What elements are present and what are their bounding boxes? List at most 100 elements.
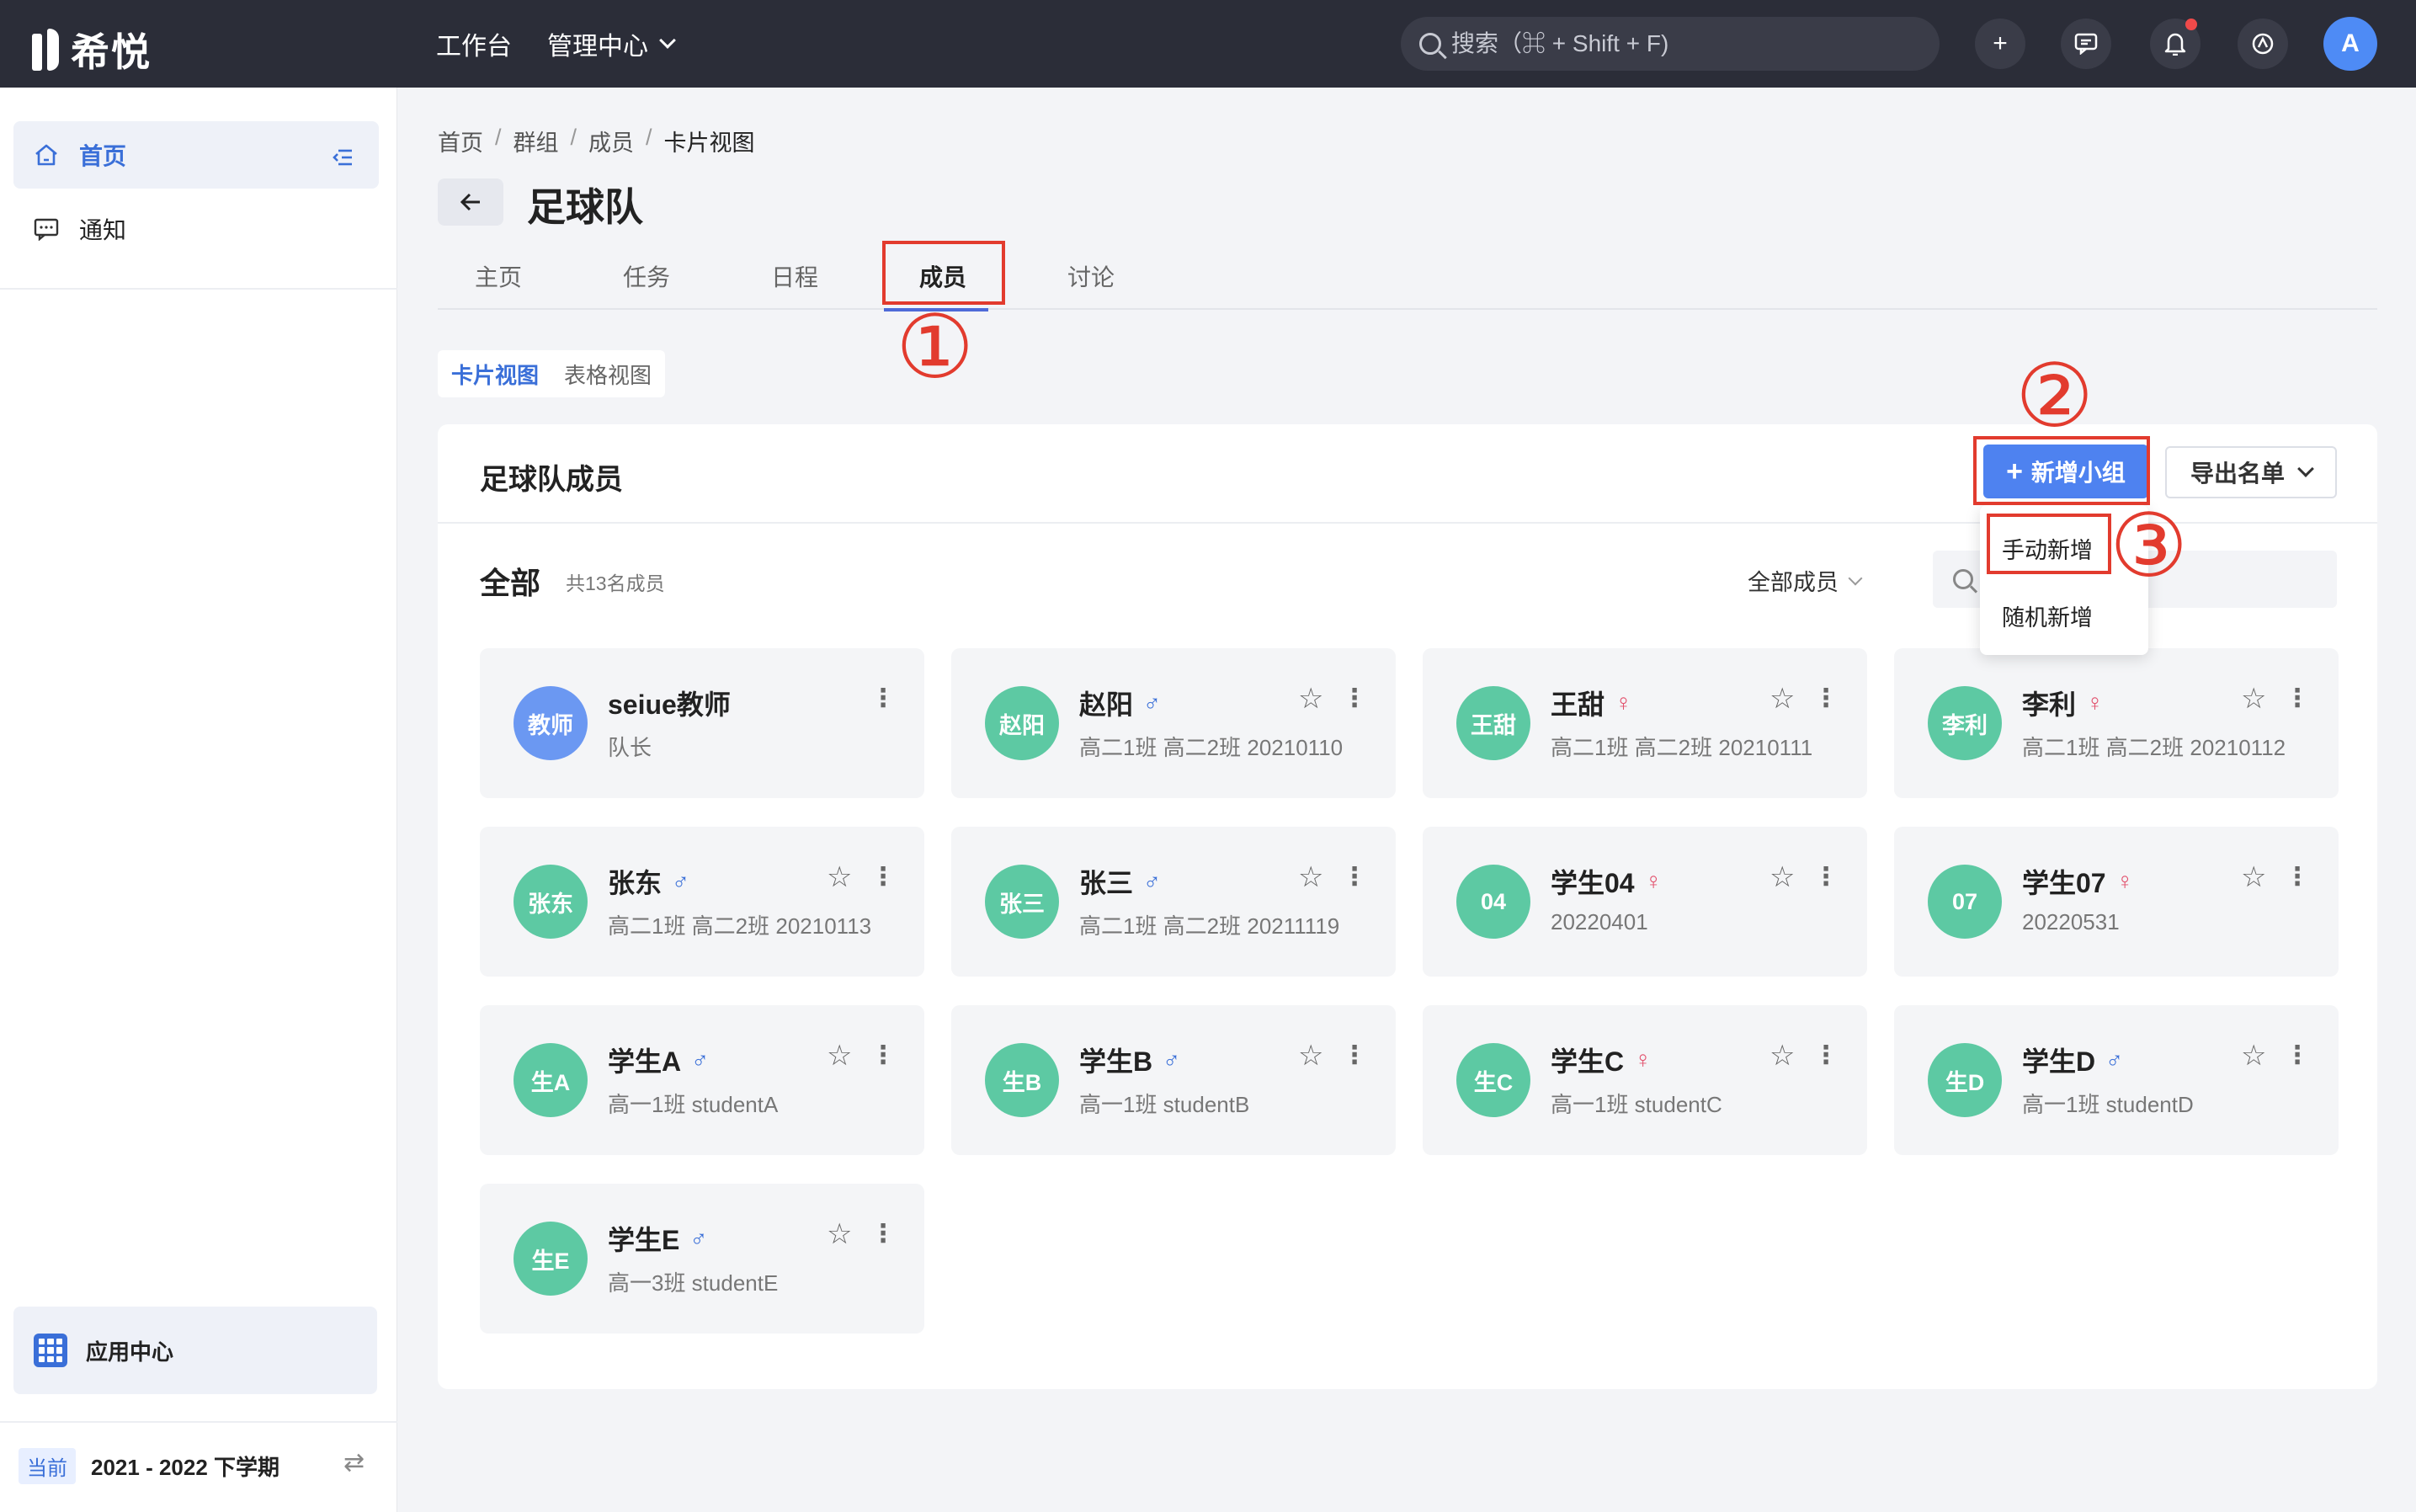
member-avatar: 生B [985, 1043, 1059, 1117]
more-options-icon[interactable]: ⋮ [870, 1219, 896, 1248]
term-selector[interactable]: 当前 2021 - 2022 下学期 [19, 1448, 279, 1484]
swap-term-icon[interactable]: ⇄ [343, 1448, 365, 1477]
more-options-icon[interactable]: ⋮ [2285, 684, 2310, 713]
sidebar-item-notice[interactable]: 通知 [13, 195, 379, 263]
more-options-icon[interactable]: ⋮ [870, 1041, 896, 1070]
app-center-button[interactable]: 应用中心 [13, 1307, 377, 1394]
collapse-sidebar-icon[interactable] [332, 146, 354, 173]
message-icon[interactable] [2061, 19, 2111, 69]
tab-discussion[interactable]: 讨论 [1067, 259, 1115, 293]
star-icon[interactable]: ☆ [1298, 860, 1323, 894]
member-detail: 高一3班 studentE [608, 1270, 779, 1296]
breadcrumb-separator: / [646, 125, 652, 150]
female-icon: ♀ [1634, 1046, 1652, 1073]
tab-home[interactable]: 主页 [475, 259, 522, 293]
nav-management-label: 管理中心 [547, 33, 648, 61]
more-options-icon[interactable]: ⋮ [870, 862, 896, 892]
star-icon[interactable]: ☆ [2241, 860, 2266, 894]
member-card[interactable]: 07 学生07 ♀ 20220531 ☆ ⋮ [1894, 827, 2339, 977]
bell-icon[interactable] [2150, 19, 2200, 69]
breadcrumb-members[interactable]: 成员 [588, 125, 634, 157]
member-card[interactable]: 生B 学生B ♂ 高一1班 studentB ☆ ⋮ [951, 1005, 1396, 1155]
breadcrumb-home[interactable]: 首页 [438, 125, 483, 157]
export-list-button[interactable]: 导出名单 [2165, 446, 2337, 498]
male-icon: ♂ [691, 1046, 710, 1073]
star-icon[interactable]: ☆ [1298, 682, 1323, 716]
member-name-row: 学生B ♂ [1079, 1041, 1180, 1079]
breadcrumb-separator: / [570, 125, 577, 150]
sidebar-item-label: 通知 [79, 217, 127, 243]
user-avatar[interactable]: A [2323, 17, 2377, 71]
more-options-icon[interactable]: ⋮ [2285, 862, 2310, 892]
tab-tasks[interactable]: 任务 [623, 259, 670, 293]
global-search[interactable] [1401, 17, 1940, 71]
member-card[interactable]: 生E 学生E ♂ 高一3班 studentE ☆ ⋮ [480, 1184, 924, 1334]
tab-schedule[interactable]: 日程 [771, 259, 818, 293]
star-icon[interactable]: ☆ [827, 860, 852, 894]
member-card[interactable]: 赵阳 赵阳 ♂ 高二1班 高二2班 20210110 ☆ ⋮ [951, 648, 1396, 798]
more-options-icon[interactable]: ⋮ [1813, 862, 1839, 892]
more-options-icon[interactable]: ⋮ [870, 684, 896, 713]
more-options-icon[interactable]: ⋮ [1342, 1041, 1367, 1070]
member-card[interactable]: 生C 学生C ♀ 高一1班 studentC ☆ ⋮ [1423, 1005, 1867, 1155]
member-detail: 高一1班 studentD [2022, 1092, 2194, 1117]
member-count: 共13名成员 [566, 572, 665, 594]
group-tabs: 主页 任务 日程 成员 讨论 [438, 237, 2377, 311]
member-name-row: 学生07 ♀ [2022, 862, 2134, 901]
star-icon[interactable]: ☆ [827, 1039, 852, 1073]
card-view-toggle[interactable]: 卡片视图 [451, 359, 539, 390]
member-detail: 高一1班 studentC [1551, 1092, 1722, 1117]
member-name: 学生A [608, 1046, 682, 1077]
member-name-row: 李利 ♀ [2022, 684, 2104, 722]
member-name: 学生B [1079, 1046, 1153, 1077]
app-logo[interactable]: 希悦 [32, 22, 152, 77]
assistant-icon[interactable] [2238, 19, 2288, 69]
sidebar-item-home[interactable]: 首页 [13, 121, 379, 189]
member-card[interactable]: 教师 seiue教师 队长 ⋮ [480, 648, 924, 798]
male-icon: ♂ [672, 868, 690, 894]
member-card[interactable]: 张东 张东 ♂ 高二1班 高二2班 20210113 ☆ ⋮ [480, 827, 924, 977]
star-icon[interactable]: ☆ [1769, 682, 1795, 716]
nav-management-center[interactable]: 管理中心 [547, 25, 676, 62]
chat-icon [34, 218, 59, 241]
member-card[interactable]: 生A 学生A ♂ 高一1班 studentA ☆ ⋮ [480, 1005, 924, 1155]
member-name: 张三 [1079, 868, 1134, 898]
member-detail: 高一1班 studentB [1079, 1092, 1250, 1117]
more-options-icon[interactable]: ⋮ [1342, 684, 1367, 713]
member-card[interactable]: 张三 张三 ♂ 高二1班 高二2班 20211119 ☆ ⋮ [951, 827, 1396, 977]
member-card[interactable]: 生D 学生D ♂ 高一1班 studentD ☆ ⋮ [1894, 1005, 2339, 1155]
chevron-down-icon [1848, 571, 1863, 585]
global-search-input[interactable] [1451, 30, 1889, 57]
star-icon[interactable]: ☆ [2241, 1039, 2266, 1073]
plus-icon[interactable]: + [1975, 19, 2025, 69]
member-avatar: 07 [1928, 865, 2002, 939]
star-icon[interactable]: ☆ [2241, 682, 2266, 716]
view-toggle: 卡片视图 表格视图 [438, 350, 666, 397]
member-card[interactable]: 04 学生04 ♀ 20220401 ☆ ⋮ [1423, 827, 1867, 977]
nav-workbench[interactable]: 工作台 [436, 25, 512, 62]
more-options-icon[interactable]: ⋮ [1342, 862, 1367, 892]
annotation-number-2: ② [2015, 344, 2094, 447]
star-icon[interactable]: ☆ [1769, 860, 1795, 894]
star-icon[interactable]: ☆ [1298, 1039, 1323, 1073]
member-name-row: seiue教师 [608, 684, 731, 722]
member-card[interactable]: 王甜 王甜 ♀ 高二1班 高二2班 20210111 ☆ ⋮ [1423, 648, 1867, 798]
more-options-icon[interactable]: ⋮ [1813, 1041, 1839, 1070]
star-icon[interactable]: ☆ [1769, 1039, 1795, 1073]
random-add-option[interactable]: 随机新增 [2002, 599, 2093, 632]
more-options-icon[interactable]: ⋮ [2285, 1041, 2310, 1070]
back-button[interactable] [438, 178, 503, 226]
female-icon: ♀ [2086, 689, 2105, 716]
member-card[interactable]: 李利 李利 ♀ 高二1班 高二2班 20210112 ☆ ⋮ [1894, 648, 2339, 798]
breadcrumb-groups[interactable]: 群组 [514, 125, 559, 157]
member-avatar: 04 [1456, 865, 1530, 939]
more-options-icon[interactable]: ⋮ [1813, 684, 1839, 713]
member-avatar: 生E [514, 1222, 588, 1296]
member-filter-select[interactable]: 全部成员 [1748, 564, 1863, 597]
member-name-row: 学生D ♂ [2022, 1041, 2123, 1079]
page-title: 足球队 [527, 185, 643, 229]
member-name: 学生E [608, 1225, 680, 1255]
star-icon[interactable]: ☆ [827, 1217, 852, 1251]
table-view-toggle[interactable]: 表格视图 [564, 359, 652, 390]
member-name-row: 学生04 ♀ [1551, 862, 1663, 901]
